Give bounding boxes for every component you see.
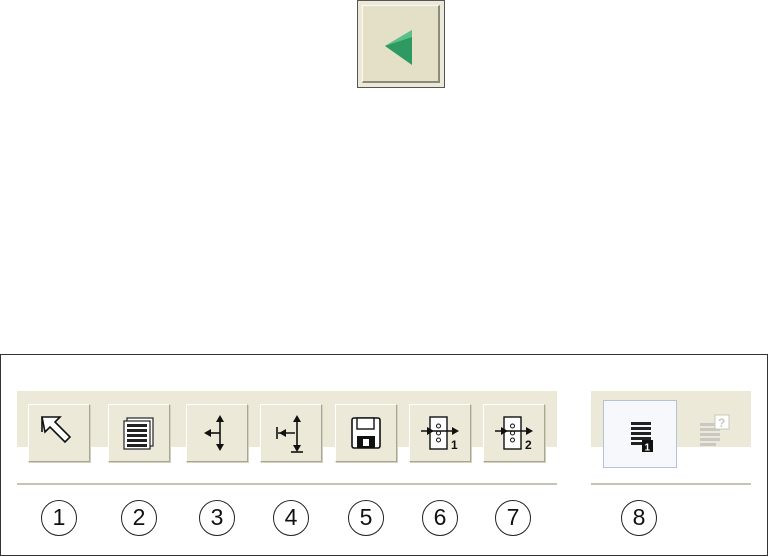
toolbar-panel: 1 2 1 ? 1 2 3 4 5 6 7 8: [0, 354, 768, 556]
list-help-badge: ?: [718, 416, 725, 430]
move-limit-button[interactable]: [260, 404, 322, 462]
screenshot-root: 1 2 1 ? 1 2 3 4 5 6 7 8: [0, 0, 769, 557]
save-button[interactable]: [335, 404, 397, 462]
callout-1: 1: [41, 500, 77, 536]
green-left-triangle-icon: [385, 30, 412, 65]
select-arrow-icon: [41, 416, 72, 444]
list-help-icon: ?: [700, 414, 730, 446]
callout-5: 5: [348, 500, 384, 536]
toolbar-divider: [17, 483, 557, 486]
move-cross-icon: [204, 415, 224, 451]
toolbar-divider-secondary: [591, 483, 751, 486]
move-limit-icon: [276, 415, 303, 453]
insert-block-2-button[interactable]: 2: [483, 404, 545, 462]
back-button[interactable]: [357, 0, 445, 88]
select-tool-button[interactable]: [28, 404, 90, 462]
callout-6: 6: [422, 500, 458, 536]
callout-4: 4: [273, 500, 309, 536]
insert-block-1-badge: 1: [451, 438, 458, 452]
move-button[interactable]: [186, 404, 248, 462]
insert-block-1-button[interactable]: 1: [409, 404, 471, 462]
floppy-save-icon: [351, 417, 381, 449]
list-help-button[interactable]: ?: [691, 400, 747, 468]
callout-7: 7: [495, 500, 531, 536]
list-1-button[interactable]: 1: [603, 400, 677, 468]
insert-block-1-icon: 1: [421, 416, 459, 452]
callout-3: 3: [199, 500, 235, 536]
callout-8: 8: [621, 500, 657, 536]
list-pages-icon: [123, 417, 154, 450]
callout-2: 2: [121, 500, 157, 536]
pages-button[interactable]: [108, 404, 170, 462]
list-1-badge: 1: [645, 443, 651, 454]
insert-block-2-badge: 2: [525, 438, 532, 452]
insert-block-2-icon: 2: [495, 416, 533, 452]
list-1-icon: 1: [631, 422, 653, 454]
